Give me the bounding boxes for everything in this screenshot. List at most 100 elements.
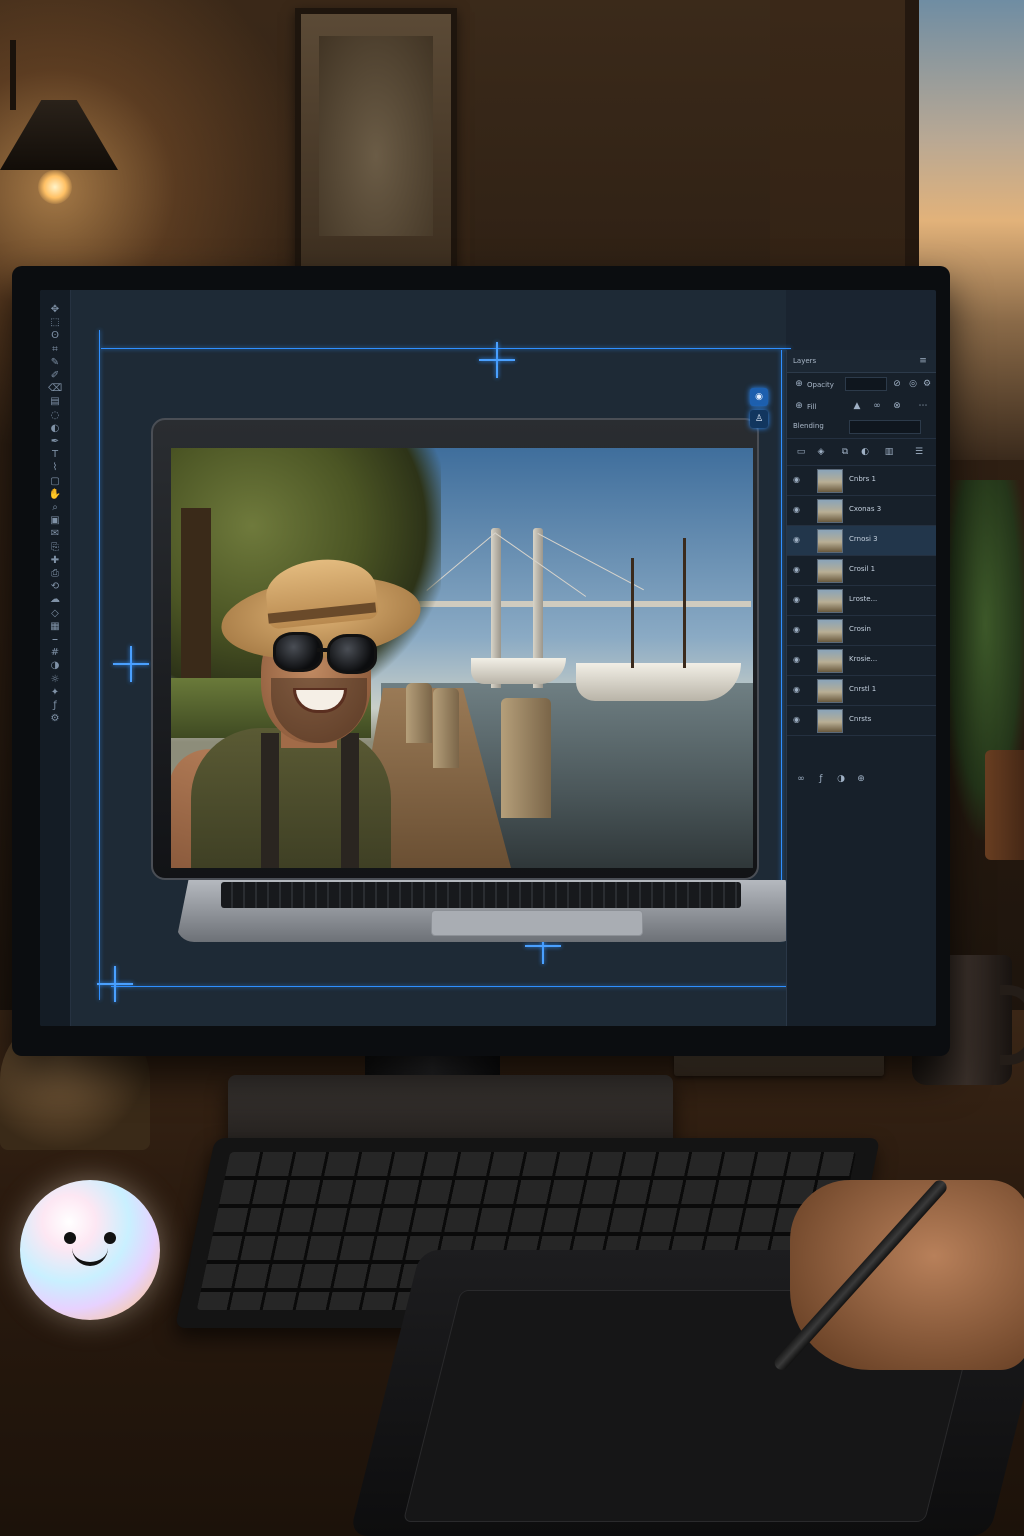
path-icon[interactable]: ⌇ [48, 462, 62, 474]
pen-icon[interactable]: ✒ [48, 436, 62, 448]
backpack-strap [261, 733, 279, 868]
layer-row[interactable]: ◉ Lroste... [787, 586, 936, 616]
mug-handle [1000, 985, 1024, 1065]
ruler-icon[interactable]: ⎯ [48, 634, 62, 646]
layer-row[interactable]: ◉ Crosin [787, 616, 936, 646]
layer-row[interactable]: ◉ Cnrsts [787, 706, 936, 736]
shape-icon[interactable]: ▢ [48, 476, 62, 488]
lock-icon[interactable]: ◎ [907, 378, 919, 390]
canvas-area[interactable] [71, 290, 801, 1026]
link-icon[interactable]: ⊘ [891, 378, 903, 390]
framed-artwork [319, 36, 433, 236]
guide-left[interactable] [99, 330, 100, 1000]
eye-icon[interactable]: ◉ [793, 655, 805, 665]
eraser-icon[interactable]: ⌫ [48, 383, 62, 395]
heal-icon[interactable]: ✚ [48, 555, 62, 567]
fx-icon[interactable]: ƒ [48, 700, 62, 712]
eye-icon[interactable]: ◉ [793, 715, 805, 725]
slice-icon[interactable]: ◇ [48, 608, 62, 620]
target-icon[interactable]: ◈ [815, 446, 827, 458]
move-icon[interactable]: ✥ [48, 304, 62, 316]
delete-icon[interactable]: ⊗ [891, 400, 903, 412]
layer-name: Cnbrs 1 [849, 475, 876, 483]
trash-icon[interactable]: ▥ [883, 446, 895, 458]
eye-icon[interactable]: ◉ [793, 625, 805, 635]
layer-filter-icon[interactable]: ⊕ [793, 378, 805, 390]
mask-icon[interactable]: ◐ [859, 446, 871, 458]
artboard-icon[interactable]: ▦ [48, 621, 62, 633]
chain-icon[interactable]: ∞ [871, 400, 883, 412]
eye-icon[interactable]: ◉ [793, 565, 805, 575]
layer-row[interactable]: ◉ Cnbrs 1 [787, 466, 936, 496]
layer-row[interactable]: ◉ Cnrstl 1 [787, 676, 936, 706]
eye-icon[interactable]: ◉ [793, 535, 805, 545]
blur-icon[interactable]: ◌ [48, 410, 62, 422]
settings-icon[interactable]: ⚙ [48, 713, 62, 725]
smiley-orb-icon[interactable] [20, 1180, 160, 1320]
marquee-icon[interactable]: ⬚ [48, 317, 62, 329]
crop-icon[interactable]: ⌗ [48, 344, 62, 356]
note-icon[interactable]: ✉ [48, 528, 62, 540]
layer-name: Cnrsts [849, 715, 872, 723]
effects-icon[interactable]: ✦ [48, 687, 62, 699]
eye-icon[interactable]: ◉ [793, 505, 805, 515]
layer-name: Crosin [849, 625, 871, 633]
clone-icon[interactable]: ⎘ [48, 542, 62, 554]
eye-icon[interactable]: ◉ [793, 685, 805, 695]
link-layers-icon[interactable]: ∞ [795, 773, 807, 785]
new-layer-icon[interactable]: ⊕ [855, 773, 867, 785]
mask-icon[interactable]: ◑ [48, 660, 62, 672]
guide-top[interactable] [101, 348, 791, 349]
blend-mode-select[interactable] [849, 420, 921, 434]
crosshair-handle-corner[interactable] [97, 966, 133, 1002]
adjust-icon[interactable]: ☼ [48, 674, 62, 686]
zoom-icon[interactable]: ⌕ [48, 502, 62, 514]
opacity-field[interactable] [845, 377, 887, 391]
layer-thumbnail [817, 709, 843, 733]
panel-menu-icon[interactable]: ≡ [917, 355, 929, 367]
warning-icon[interactable]: ▲ [851, 400, 863, 412]
side-adjust-icon[interactable]: ◉ [750, 388, 768, 406]
layer-thumbnail [817, 679, 843, 703]
orb-eye [104, 1232, 116, 1244]
layer-row[interactable]: ◉ Cxonas 3 [787, 496, 936, 526]
dock-post [501, 698, 551, 818]
hand-icon[interactable]: ✋ [48, 489, 62, 501]
grid-icon[interactable]: # [48, 647, 62, 659]
dodge-icon[interactable]: ◐ [48, 423, 62, 435]
boat-mast [683, 538, 686, 668]
layer-name: Krosie... [849, 655, 878, 663]
copy-icon[interactable]: ⧉ [839, 446, 851, 458]
options-icon[interactable]: ☰ [913, 446, 925, 458]
panel-tab-layers[interactable]: Layers [793, 357, 816, 365]
stamp-icon[interactable]: ⎙ [48, 568, 62, 580]
settings-icon[interactable]: ⚙ [921, 378, 933, 390]
side-person-icon[interactable]: ♙ [750, 410, 768, 428]
guide-right[interactable] [781, 350, 782, 940]
gradient-icon[interactable]: ▤ [48, 396, 62, 408]
lamp-arm [10, 40, 16, 110]
eye-icon[interactable]: ◉ [793, 595, 805, 605]
photo-selfie-harbor[interactable] [171, 448, 753, 868]
adjustment-icon[interactable]: ◑ [835, 773, 847, 785]
smudge-icon[interactable]: ☁ [48, 594, 62, 606]
eye-icon[interactable]: ◉ [793, 475, 805, 485]
bridge-deck [391, 601, 751, 607]
lasso-icon[interactable]: ʘ [48, 330, 62, 342]
crosshair-handle-top[interactable] [479, 342, 515, 378]
fill-icon[interactable]: ⊕ [793, 400, 805, 412]
layer-row-selected[interactable]: ◉ Crnosi 3 [787, 526, 936, 556]
layer-row[interactable]: ◉ Krosie... [787, 646, 936, 676]
history-icon[interactable]: ⟲ [48, 581, 62, 593]
guide-bottom[interactable] [111, 986, 801, 987]
crosshair-handle-left[interactable] [113, 646, 149, 682]
new-group-icon[interactable]: ▭ [795, 446, 807, 458]
text-icon[interactable]: T [48, 449, 62, 461]
brush-icon[interactable]: ✐ [48, 370, 62, 382]
eyedropper-icon[interactable]: ✎ [48, 357, 62, 369]
frame-icon[interactable]: ▣ [48, 515, 62, 527]
layer-row[interactable]: ◉ Crosil 1 [787, 556, 936, 586]
more-icon[interactable]: ⋯ [917, 400, 929, 412]
fx-icon[interactable]: ƒ [815, 773, 827, 785]
tools-toolbar: ✥ ⬚ ʘ ⌗ ✎ ✐ ⌫ ▤ ◌ ◐ ✒ T ⌇ ▢ ✋ ⌕ ▣ ✉ ⎘ ✚ ⎙ ⟲ ☁ ◇ ▦ ⎯ # ◑ ☼ ✦ ƒ ⚙ [40, 290, 71, 1026]
